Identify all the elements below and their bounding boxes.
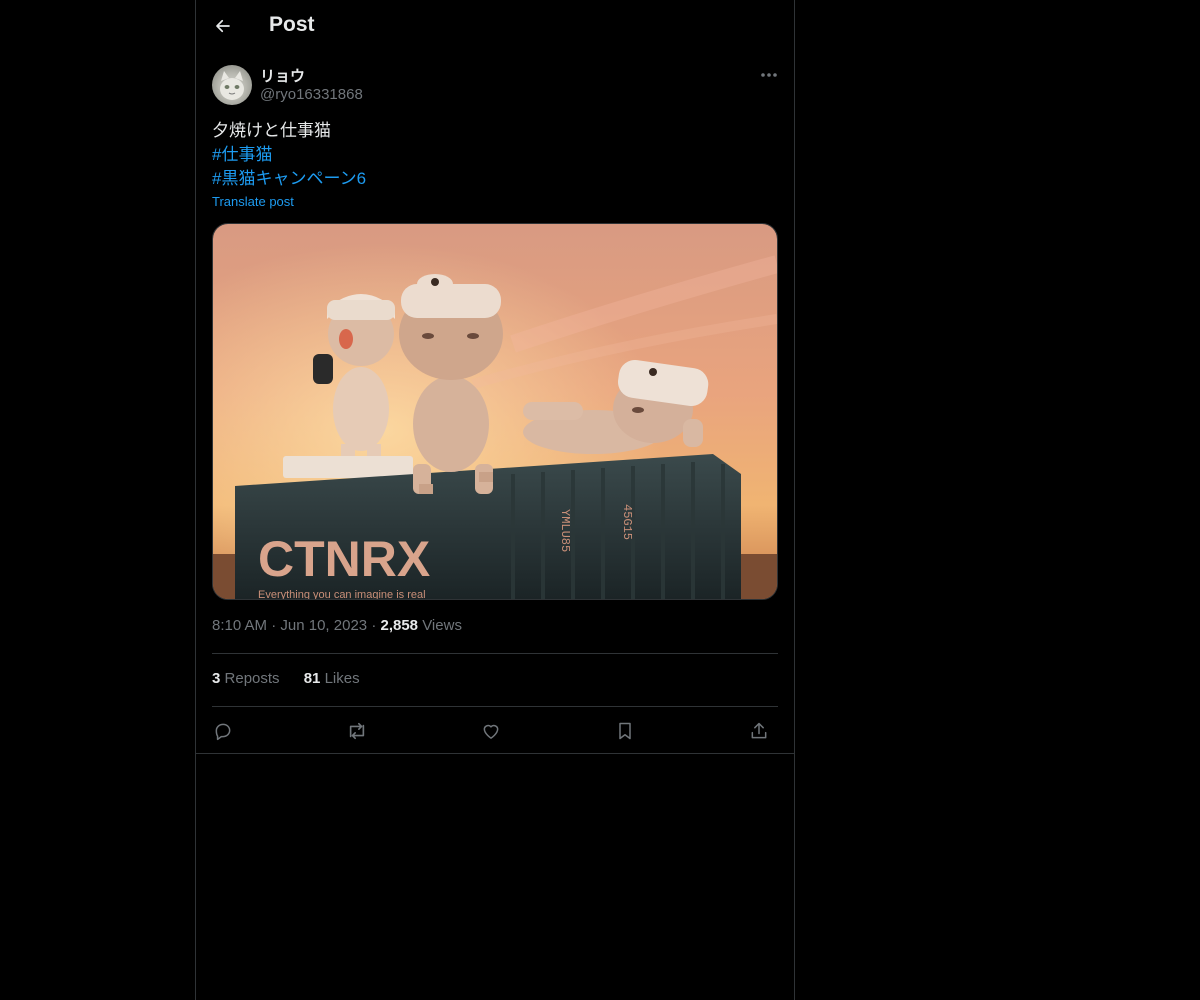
post-body: 夕焼けと仕事猫 — [212, 121, 331, 140]
repost-icon — [349, 722, 365, 740]
arrow-left-icon — [216, 19, 230, 33]
post-image[interactable]: CTNRX Everything you can imagine is real… — [212, 223, 778, 600]
container-code-text: YMLU85 — [558, 509, 572, 552]
page-title: Post — [269, 13, 315, 36]
reposts-label: Reposts — [224, 670, 280, 687]
container-type-text: 45G15 — [620, 504, 634, 540]
translate-post-link[interactable]: Translate post — [212, 194, 294, 209]
likes-stat[interactable]: 81 Likes — [304, 670, 360, 687]
share-icon — [751, 722, 767, 739]
container-brand-text: CTNRX — [258, 531, 430, 587]
divider — [212, 653, 778, 654]
avatar[interactable] — [212, 65, 252, 105]
engagement-stats: 3 Reposts 81 Likes — [212, 670, 380, 687]
views-count: 2,858 — [380, 617, 419, 634]
reply-icon — [215, 723, 231, 741]
likes-count: 81 — [303, 670, 321, 687]
post-date[interactable]: Jun 10, 2023 — [280, 617, 367, 634]
hashtag-link[interactable]: #黒猫キャンペーン6 — [212, 167, 778, 191]
page-header: Post — [196, 0, 794, 53]
bookmark-button[interactable] — [612, 718, 638, 744]
bookmark-icon — [619, 722, 631, 740]
share-button[interactable] — [746, 718, 772, 744]
post-time[interactable]: 8:10 AM — [212, 617, 267, 634]
views-label: Views — [422, 617, 462, 634]
post-text: 夕焼けと仕事猫 #仕事猫 #黒猫キャンペーン6 — [212, 119, 778, 191]
meta-separator: · — [371, 617, 377, 634]
author-handle[interactable]: @ryo16331868 — [260, 86, 363, 103]
post-metadata: 8:10 AM · Jun 10, 2023 · 2,858 Views — [212, 617, 462, 634]
hashtag-link[interactable]: #仕事猫 — [212, 143, 778, 167]
reposts-stat[interactable]: 3 Reposts — [212, 670, 284, 687]
likes-label: Likes — [324, 670, 360, 687]
meta-separator: · — [271, 617, 277, 634]
main-column: Post リョウ @ryo16331868 夕焼けと仕事猫 #仕事猫 #黒猫キャ… — [195, 0, 795, 1000]
like-button[interactable] — [478, 718, 504, 744]
post-author: リョウ @ryo16331868 — [212, 64, 782, 108]
repost-button[interactable] — [344, 718, 370, 744]
author-display-name[interactable]: リョウ — [260, 65, 305, 86]
reposts-count: 3 — [212, 670, 221, 687]
divider — [212, 706, 778, 707]
heart-icon — [483, 724, 499, 739]
more-options-button[interactable] — [756, 64, 782, 86]
avatar-cat-figure — [220, 71, 244, 100]
back-button[interactable] — [210, 12, 236, 40]
divider — [196, 753, 794, 754]
post-actions — [212, 716, 778, 744]
more-horizontal-icon — [761, 73, 777, 77]
post-photo: CTNRX Everything you can imagine is real… — [213, 224, 777, 599]
container-slogan-text: Everything you can imagine is real — [258, 589, 426, 599]
reply-button[interactable] — [210, 718, 236, 744]
